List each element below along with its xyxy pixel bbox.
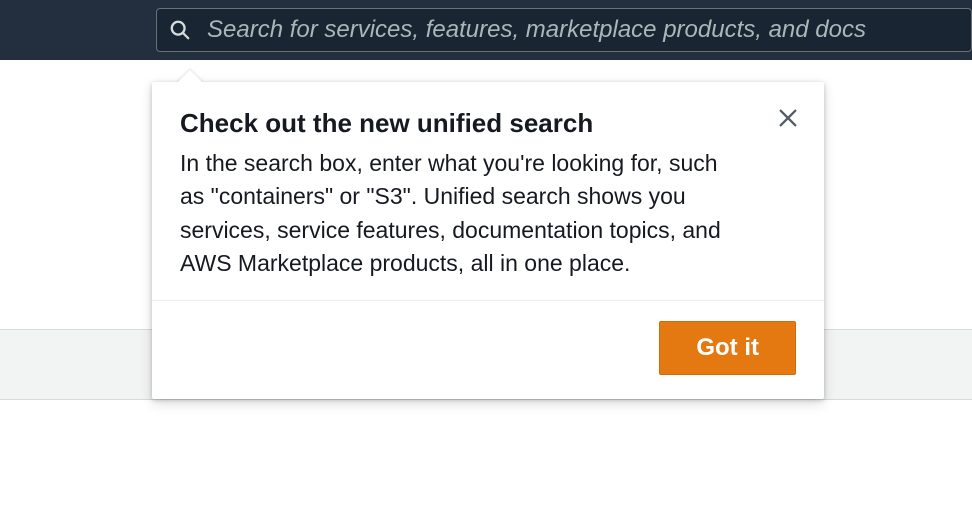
got-it-button[interactable]: Got it xyxy=(659,321,796,375)
popover-content: Check out the new unified search In the … xyxy=(152,82,824,300)
popover-body: In the search box, enter what you're loo… xyxy=(180,147,796,280)
search-container xyxy=(156,8,972,52)
close-button[interactable] xyxy=(772,102,804,134)
popover-footer: Got it xyxy=(152,300,824,399)
top-nav-bar xyxy=(0,0,972,60)
unified-search-popover: Check out the new unified search In the … xyxy=(152,82,824,399)
close-icon xyxy=(777,107,799,129)
popover-title: Check out the new unified search xyxy=(180,108,796,139)
search-box[interactable] xyxy=(156,8,972,52)
search-icon xyxy=(169,19,191,41)
search-input[interactable] xyxy=(207,16,959,44)
